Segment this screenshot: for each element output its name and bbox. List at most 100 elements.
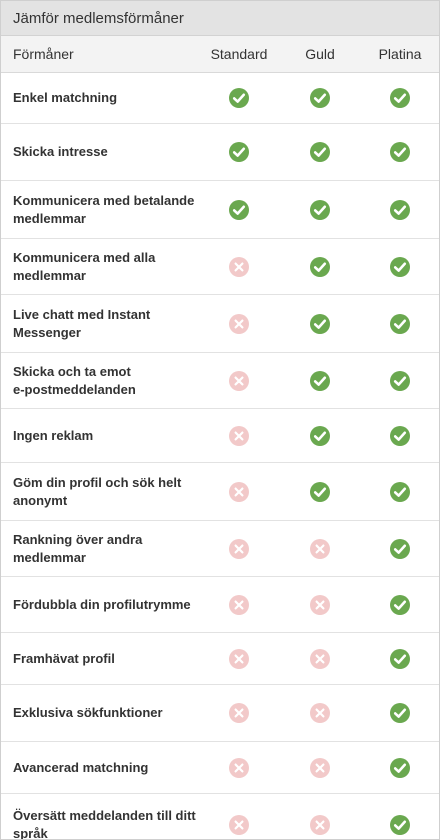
check-icon (229, 199, 249, 220)
platina-cell (361, 199, 439, 220)
cross-icon (229, 370, 249, 391)
check-icon (390, 425, 410, 446)
feature-label: Fördubbla din profilutrymme (13, 596, 191, 612)
check-icon (310, 425, 330, 446)
guld-cell (279, 370, 361, 391)
guld-cell (279, 481, 361, 502)
guld-cell (279, 648, 361, 669)
standard-cell (199, 256, 279, 277)
cross-icon (229, 538, 249, 559)
check-icon (390, 594, 410, 615)
standard-cell (199, 425, 279, 446)
standard-cell (199, 757, 279, 778)
standard-cell (199, 88, 279, 108)
membership-comparison-panel: Jämför medlemsförmåner Förmåner Standard… (0, 0, 440, 840)
panel-title: Jämför medlemsförmåner (1, 1, 439, 36)
platina-cell (361, 594, 439, 615)
feature-label: Avancerad matchning (13, 759, 149, 775)
check-icon (310, 370, 330, 391)
check-icon (229, 88, 249, 108)
platina-cell (361, 88, 439, 108)
comparison-table: Förmåner Standard Guld Platina Enkel mat… (1, 36, 439, 840)
check-icon (390, 815, 410, 835)
table-row: Exklusiva sökfunktioner (1, 685, 439, 742)
check-icon (390, 199, 410, 220)
platina-cell (361, 703, 439, 723)
guld-cell (279, 199, 361, 220)
cross-icon (310, 648, 330, 669)
feature-label: Översätt meddelanden till ditt språk (13, 808, 196, 840)
table-row: Kommunicera med alla medlemmar (1, 239, 439, 295)
guld-cell (279, 425, 361, 446)
check-icon (310, 199, 330, 220)
table-row: Göm din profil och sök helt anonymt (1, 463, 439, 521)
platina-cell (361, 313, 439, 334)
standard-cell (199, 142, 279, 162)
platina-cell (361, 256, 439, 277)
guld-cell (279, 703, 361, 723)
feature-label: Exklusiva sökfunktioner (13, 705, 163, 720)
table-row: Rankning över andra medlemmar (1, 521, 439, 577)
platina-cell (361, 425, 439, 446)
platina-cell (361, 648, 439, 669)
feature-label: Live chatt med Instant Messenger (13, 306, 151, 340)
feature-label: Ingen reklam (13, 427, 94, 443)
cross-icon (310, 538, 330, 559)
standard-cell (199, 481, 279, 502)
feature-label: Kommunicera med betalande medlemmar (13, 192, 195, 226)
standard-cell (199, 703, 279, 723)
check-icon (390, 370, 410, 391)
feature-label: Göm din profil och sök helt anonymt (13, 474, 182, 508)
header-feature: Förmåner (13, 46, 74, 62)
cross-icon (229, 313, 249, 334)
check-icon (390, 88, 410, 108)
cross-icon (229, 256, 249, 277)
table-row: Skicka och ta emot e-postmeddelanden (1, 353, 439, 409)
platina-cell (361, 481, 439, 502)
guld-cell (279, 538, 361, 559)
check-icon (310, 256, 330, 277)
check-icon (390, 538, 410, 559)
cross-icon (229, 757, 249, 778)
feature-label: Skicka och ta emot e-postmeddelanden (13, 363, 136, 397)
check-icon (310, 313, 330, 334)
check-icon (310, 142, 330, 162)
check-icon (390, 481, 410, 502)
cross-icon (229, 815, 249, 835)
table-row: Kommunicera med betalande medlemmar (1, 181, 439, 239)
cross-icon (229, 703, 249, 723)
check-icon (390, 757, 410, 778)
feature-label: Framhävat profil (13, 650, 115, 666)
check-icon (390, 313, 410, 334)
feature-label: Rankning över andra medlemmar (13, 531, 143, 565)
guld-cell (279, 313, 361, 334)
header-standard: Standard (210, 46, 268, 62)
standard-cell (199, 313, 279, 334)
guld-cell (279, 256, 361, 277)
feature-label: Enkel matchning (13, 90, 118, 105)
table-header: Förmåner Standard Guld Platina (1, 36, 439, 73)
cross-icon (310, 594, 330, 615)
standard-cell (199, 815, 279, 835)
check-icon (390, 142, 410, 162)
guld-cell (279, 757, 361, 778)
check-icon (390, 703, 410, 723)
platina-cell (361, 757, 439, 778)
cross-icon (229, 594, 249, 615)
cross-icon (310, 757, 330, 778)
platina-cell (361, 142, 439, 162)
feature-label: Skicka intresse (13, 144, 108, 159)
table-body: Enkel matchning Skicka intresse Kommunicer… (1, 73, 439, 840)
cross-icon (310, 815, 330, 835)
standard-cell (199, 594, 279, 615)
cross-icon (310, 703, 330, 723)
table-row: Fördubbla din profilutrymme (1, 577, 439, 633)
guld-cell (279, 594, 361, 615)
cross-icon (229, 481, 249, 502)
header-platina: Platina (378, 46, 422, 62)
platina-cell (361, 538, 439, 559)
standard-cell (199, 370, 279, 391)
guld-cell (279, 142, 361, 162)
check-icon (229, 142, 249, 162)
header-guld: Guld (305, 46, 335, 62)
